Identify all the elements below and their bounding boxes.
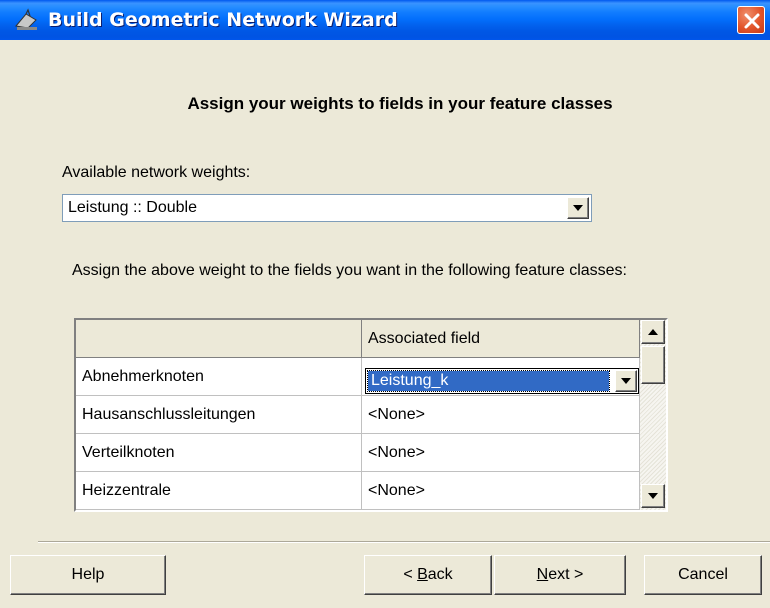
- grid-row-feature-class[interactable]: Verteilknoten: [76, 434, 362, 472]
- chevron-down-icon: [573, 205, 583, 211]
- scroll-thumb[interactable]: [641, 346, 665, 384]
- weights-dropdown[interactable]: Leistung :: Double: [62, 194, 592, 222]
- close-button[interactable]: [737, 6, 765, 34]
- weights-grid[interactable]: Associated field Abnehmerknoten Hausansc…: [74, 318, 668, 512]
- separator: [38, 541, 770, 543]
- page-heading: Assign your weights to fields in your fe…: [187, 94, 613, 113]
- field-dropdown-button[interactable]: [615, 370, 637, 392]
- cancel-button[interactable]: Cancel: [644, 555, 762, 595]
- scroll-up-button[interactable]: [641, 320, 665, 344]
- weights-dropdown-button[interactable]: [567, 197, 589, 219]
- back-button[interactable]: < Back: [364, 555, 492, 595]
- field-dropdown-value: Leistung_k: [367, 370, 610, 392]
- grid-row-field-cell[interactable]: <None>: [362, 396, 640, 434]
- weights-label: Available network weights:: [62, 164, 251, 181]
- grid-vertical-scrollbar[interactable]: [640, 320, 666, 510]
- close-icon: [744, 13, 760, 29]
- window-title: Build Geometric Network Wizard: [48, 9, 398, 31]
- next-button[interactable]: Next >: [494, 555, 626, 595]
- arrow-down-icon: [648, 493, 658, 499]
- grid-header-feature-class: [76, 320, 362, 358]
- grid-row-feature-class[interactable]: Abnehmerknoten: [76, 358, 362, 396]
- weights-dropdown-value: Leistung :: Double: [68, 199, 197, 216]
- network-wizard-icon: [14, 8, 40, 32]
- grid-header-label: Associated field: [368, 330, 481, 347]
- grid-row-feature-class[interactable]: Hausanschlussleitungen: [76, 396, 362, 434]
- arrow-up-icon: [648, 329, 658, 335]
- field-dropdown[interactable]: Leistung_k: [365, 368, 639, 394]
- help-button[interactable]: Help: [10, 555, 166, 595]
- grid-row-feature-class[interactable]: Heizzentrale: [76, 472, 362, 510]
- scroll-down-button[interactable]: [641, 484, 665, 508]
- chevron-down-icon: [621, 378, 631, 384]
- grid-row-field-cell[interactable]: <None>: [362, 472, 640, 510]
- title-bar[interactable]: Build Geometric Network Wizard: [0, 0, 770, 40]
- assign-description: Assign the above weight to the fields yo…: [72, 262, 627, 279]
- grid-header-associated-field: Associated field: [362, 320, 640, 358]
- grid-row-field-cell[interactable]: <None>: [362, 434, 640, 472]
